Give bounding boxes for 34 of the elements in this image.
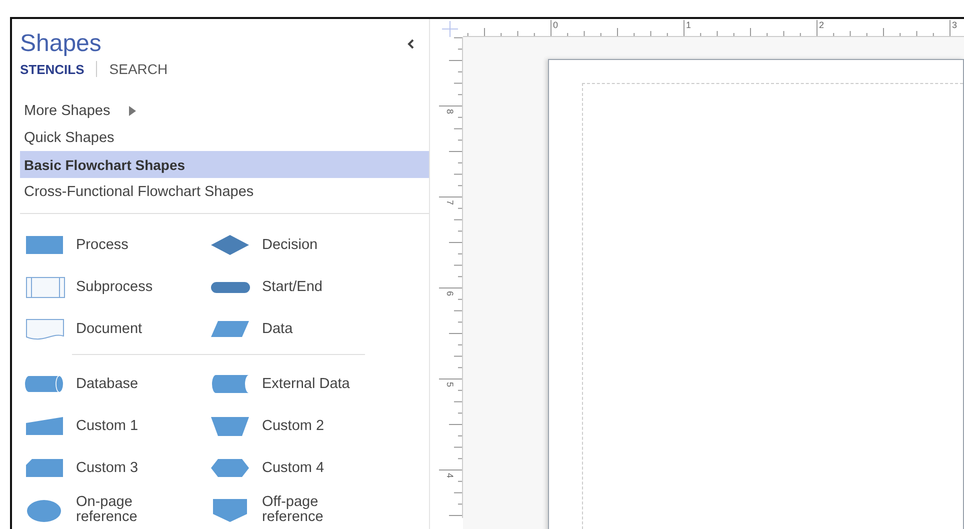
shape-item[interactable]: Process	[20, 224, 206, 266]
collapse-icon[interactable]	[407, 39, 415, 49]
shape-item[interactable]: Custom 1	[20, 405, 206, 447]
pane-title: Shapes	[20, 29, 102, 59]
ruler-label: 8	[445, 109, 455, 114]
shape-item[interactable]: Off-page reference	[206, 489, 386, 529]
shape-item[interactable]: Custom 2	[206, 405, 386, 447]
ruler-label: 5	[445, 382, 455, 388]
subprocess-shape-icon	[24, 274, 66, 300]
submenu-arrow-icon	[128, 106, 136, 116]
stencil-item[interactable]: Basic Flowchart Shapes	[20, 151, 429, 178]
pane-tab[interactable]: STENCILS	[20, 62, 84, 76]
shape-item[interactable]: Subprocess	[20, 266, 206, 308]
shape-item[interactable]: Custom 4	[206, 447, 386, 489]
ruler-label: 3	[952, 20, 958, 30]
shape-item[interactable]: Document	[20, 308, 206, 350]
ruler-label: 2	[819, 20, 824, 30]
ruler-label: 6	[445, 291, 455, 296]
shape-item[interactable]: Start/End	[206, 266, 386, 308]
stencil-item[interactable]: More Shapes	[20, 97, 429, 124]
shape-item[interactable]: Decision	[206, 224, 386, 266]
ruler-label: 0	[553, 20, 558, 30]
ruler-label: 1	[686, 20, 692, 30]
document-shape-icon	[24, 316, 66, 342]
shape-item[interactable]: External Data	[206, 363, 386, 405]
pane-tab[interactable]: SEARCH	[109, 61, 168, 77]
ruler-label: 7	[445, 200, 455, 206]
stencil-item[interactable]: Quick Shapes	[20, 124, 429, 151]
stencil-item[interactable]: Cross-Functional Flowchart Shapes	[20, 178, 429, 205]
shape-item[interactable]: Database	[20, 363, 206, 405]
ruler-label: 4	[445, 473, 455, 478]
shape-item[interactable]: Data	[206, 308, 386, 350]
shape-item[interactable]: On-page reference	[20, 489, 206, 529]
shape-item[interactable]: Custom 3	[20, 447, 206, 489]
